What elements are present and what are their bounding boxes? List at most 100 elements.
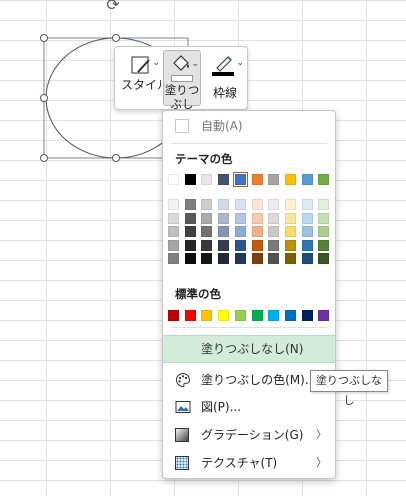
theme-shade-swatch[interactable]: [301, 253, 313, 264]
theme-shade-swatch[interactable]: [234, 239, 246, 251]
menu-item-gradient[interactable]: グラデーション(G) 〉: [163, 423, 335, 447]
no-fill-label: 塗りつぶしなし(N): [201, 342, 304, 356]
theme-shade-swatch[interactable]: [201, 226, 213, 237]
chevron-right-icon: 〉: [316, 428, 327, 441]
resize-handle-bottom[interactable]: [112, 154, 120, 162]
standard-color-swatch[interactable]: [318, 310, 330, 321]
theme-shade-swatch[interactable]: [251, 212, 263, 224]
theme-shade-swatch[interactable]: [268, 253, 280, 264]
theme-shade-swatch[interactable]: [184, 226, 196, 237]
theme-shade-swatch[interactable]: [284, 253, 296, 264]
theme-shade-swatch[interactable]: [234, 199, 246, 210]
theme-shade-swatch[interactable]: [184, 253, 196, 264]
theme-shade-swatch[interactable]: [301, 212, 313, 224]
pen-icon: [216, 56, 232, 72]
theme-colors-title: テーマの色: [175, 152, 233, 166]
theme-shade-swatch[interactable]: [251, 253, 263, 264]
theme-color-swatch[interactable]: [184, 174, 196, 185]
standard-color-swatch[interactable]: [184, 310, 196, 321]
rotate-handle-icon[interactable]: ⟳: [104, 0, 122, 14]
tooltip: 塗りつぶしなし: [310, 370, 388, 407]
fill-button[interactable]: ⌄ 塗りつぶし: [163, 50, 201, 111]
theme-color-swatch[interactable]: [168, 174, 179, 185]
theme-color-swatch[interactable]: [301, 174, 313, 185]
theme-shade-swatch[interactable]: [218, 212, 230, 224]
resize-handle-top-left[interactable]: [40, 34, 48, 42]
theme-shade-swatch[interactable]: [184, 239, 196, 251]
theme-shade-swatch[interactable]: [201, 253, 213, 264]
theme-shade-swatch[interactable]: [268, 212, 280, 224]
style-button[interactable]: ⌄ スタイル: [121, 50, 161, 106]
paint-bucket-icon: [173, 55, 189, 71]
theme-shade-swatch[interactable]: [268, 239, 280, 251]
theme-shade-swatch[interactable]: [218, 199, 230, 210]
theme-shade-swatch[interactable]: [201, 239, 213, 251]
theme-shade-swatch[interactable]: [284, 226, 296, 237]
theme-shade-swatch[interactable]: [168, 226, 179, 237]
theme-color-swatch[interactable]: [251, 174, 263, 185]
theme-shade-swatch[interactable]: [301, 226, 313, 237]
theme-shade-swatch[interactable]: [218, 239, 230, 251]
theme-shade-swatch[interactable]: [184, 212, 196, 224]
theme-shade-swatch[interactable]: [251, 199, 263, 210]
theme-shade-swatch[interactable]: [234, 212, 246, 224]
theme-color-swatch[interactable]: [218, 174, 230, 185]
theme-color-swatch[interactable]: [318, 174, 330, 185]
outline-button[interactable]: ⌄ 枠線: [205, 50, 245, 106]
theme-shade-swatch[interactable]: [218, 226, 230, 237]
standard-color-swatch[interactable]: [284, 310, 296, 321]
resize-handle-bottom-left[interactable]: [40, 154, 48, 162]
auto-label: 自動(A): [201, 119, 243, 133]
theme-shade-swatch[interactable]: [168, 199, 179, 210]
theme-shade-swatch[interactable]: [268, 226, 280, 237]
theme-color-swatch[interactable]: [268, 174, 280, 185]
divider: [171, 327, 327, 328]
texture-label: テクスチャ(T): [201, 456, 278, 470]
theme-shade-swatch[interactable]: [268, 199, 280, 210]
theme-shade-swatch[interactable]: [201, 212, 213, 224]
gradient-label: グラデーション(G): [201, 428, 304, 442]
theme-shade-swatch[interactable]: [251, 226, 263, 237]
palette-icon: [176, 372, 191, 388]
theme-shade-swatch[interactable]: [201, 199, 213, 210]
theme-shade-swatch[interactable]: [318, 212, 330, 224]
theme-shade-swatch[interactable]: [318, 253, 330, 264]
theme-shade-swatch[interactable]: [168, 239, 179, 251]
standard-color-swatch[interactable]: [301, 310, 313, 321]
menu-item-auto[interactable]: 自動(A): [163, 114, 335, 138]
chevron-right-icon: 〉: [316, 456, 327, 469]
standard-color-swatch[interactable]: [218, 310, 230, 321]
standard-color-swatch[interactable]: [168, 310, 179, 321]
standard-color-swatch[interactable]: [234, 310, 246, 321]
resize-handle-top[interactable]: [112, 34, 120, 42]
menu-item-no-fill[interactable]: 塗りつぶしなし(N): [163, 335, 335, 363]
theme-shade-swatch[interactable]: [168, 212, 179, 224]
standard-color-swatch[interactable]: [268, 310, 280, 321]
theme-color-swatch[interactable]: [232, 172, 248, 187]
theme-shade-swatch[interactable]: [251, 239, 263, 251]
more-colors-label: 塗りつぶしの色(M)...: [201, 373, 317, 387]
fill-color-bar: [171, 75, 193, 82]
theme-shade-swatch[interactable]: [301, 199, 313, 210]
theme-shade-swatch[interactable]: [234, 253, 246, 264]
standard-color-swatch[interactable]: [251, 310, 263, 321]
theme-shade-swatch[interactable]: [284, 239, 296, 251]
theme-color-swatch[interactable]: [201, 174, 213, 185]
menu-item-texture[interactable]: テクスチャ(T) 〉: [163, 451, 335, 475]
style-label: スタイル: [121, 78, 161, 92]
theme-shade-swatch[interactable]: [284, 199, 296, 210]
theme-shade-swatch[interactable]: [318, 226, 330, 237]
theme-shade-swatch[interactable]: [284, 212, 296, 224]
menu-item-picture[interactable]: 図(P)...: [163, 395, 335, 419]
standard-color-swatch[interactable]: [201, 310, 213, 321]
theme-shade-swatch[interactable]: [301, 239, 313, 251]
theme-shade-swatch[interactable]: [168, 253, 179, 264]
theme-shade-swatch[interactable]: [234, 226, 246, 237]
theme-shade-swatch[interactable]: [318, 199, 330, 210]
picture-label: 図(P)...: [201, 400, 242, 414]
theme-shade-swatch[interactable]: [184, 199, 196, 210]
resize-handle-left[interactable]: [40, 94, 48, 102]
theme-shade-swatch[interactable]: [318, 239, 330, 251]
theme-shade-swatch[interactable]: [218, 253, 230, 264]
theme-color-swatch[interactable]: [284, 174, 296, 185]
